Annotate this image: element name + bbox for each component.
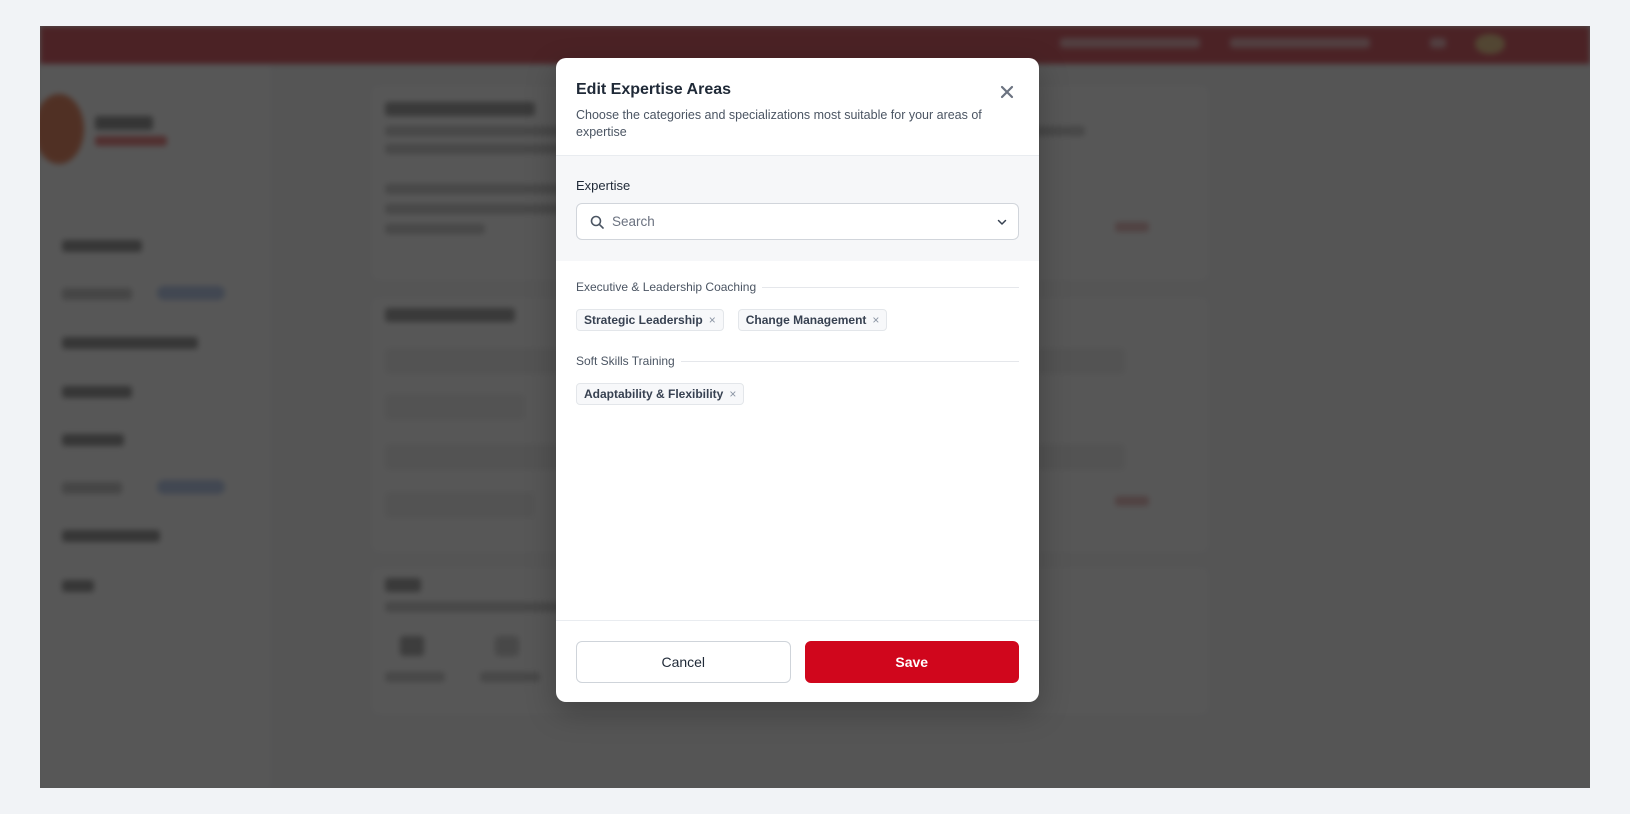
expertise-groups: Executive & Leadership Coaching Strategi… [556, 261, 1039, 405]
search-input[interactable] [612, 214, 996, 229]
group-title: Executive & Leadership Coaching [576, 280, 757, 294]
search-icon [590, 215, 604, 229]
expertise-search-section: Expertise [556, 156, 1039, 261]
close-icon [1000, 85, 1014, 99]
group-divider [762, 286, 1019, 288]
group-header: Soft Skills Training [576, 353, 1019, 369]
chip-remove-button[interactable]: × [872, 314, 879, 326]
chip-list: Adaptability & Flexibility × [576, 383, 1019, 405]
expertise-chip: Change Management × [737, 309, 888, 331]
expertise-field-label: Expertise [576, 178, 631, 193]
edit-expertise-modal: Edit Expertise Areas Choose the categori… [556, 58, 1039, 702]
modal-header: Edit Expertise Areas Choose the categori… [556, 58, 1039, 156]
expertise-group: Executive & Leadership Coaching Strategi… [576, 279, 1019, 331]
expertise-group: Soft Skills Training Adaptability & Flex… [576, 353, 1019, 405]
app-window: Edit Expertise Areas Choose the categori… [40, 26, 1590, 788]
chip-list: Strategic Leadership × Change Management… [576, 309, 1019, 331]
chip-remove-button[interactable]: × [709, 314, 716, 326]
chip-label: Strategic Leadership [584, 313, 703, 327]
chip-label: Adaptability & Flexibility [584, 387, 724, 401]
expertise-chip: Adaptability & Flexibility × [576, 383, 745, 405]
group-title: Soft Skills Training [576, 354, 675, 368]
chip-label: Change Management [745, 313, 867, 327]
modal-title: Edit Expertise Areas [576, 81, 732, 98]
chevron-down-icon[interactable] [996, 216, 1008, 228]
chip-remove-button[interactable]: × [729, 388, 736, 400]
close-button[interactable] [995, 80, 1019, 104]
expertise-chip: Strategic Leadership × [576, 309, 724, 331]
modal-footer: Cancel Save [556, 620, 1039, 702]
cancel-button[interactable]: Cancel [576, 640, 791, 683]
group-header: Executive & Leadership Coaching [576, 279, 1019, 295]
modal-subtitle: Choose the categories and specialization… [576, 108, 982, 139]
expertise-search-select[interactable] [576, 203, 1019, 240]
group-divider [680, 360, 1019, 362]
save-button[interactable]: Save [804, 640, 1019, 683]
